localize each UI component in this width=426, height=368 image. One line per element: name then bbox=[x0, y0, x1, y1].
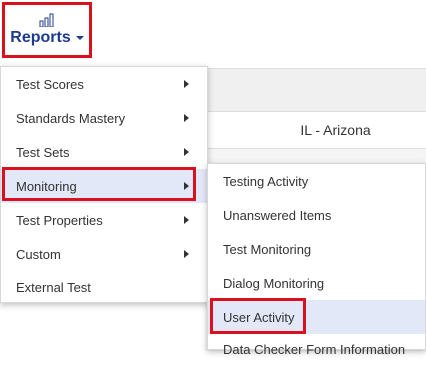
menu-item-test-sets[interactable]: Test Sets bbox=[1, 135, 207, 169]
chevron-right-icon bbox=[184, 216, 189, 224]
background-table-header bbox=[205, 69, 426, 112]
menu-item-label: Monitoring bbox=[16, 178, 77, 194]
submenu-item-label: Test Monitoring bbox=[223, 241, 312, 257]
submenu-item-data-checker-form-information[interactable]: Data Checker Form Information bbox=[208, 334, 425, 368]
menu-item-label: External Test bbox=[16, 279, 91, 295]
submenu-item-label: Dialog Monitoring bbox=[223, 275, 325, 291]
submenu-item-label: Testing Activity bbox=[223, 173, 309, 189]
chevron-right-icon bbox=[184, 148, 189, 156]
reports-label-wrap: Reports bbox=[10, 29, 84, 47]
chevron-right-icon bbox=[184, 114, 189, 122]
submenu-item-testing-activity[interactable]: Testing Activity bbox=[208, 164, 425, 198]
monitoring-submenu: Testing Activity Unanswered Items Test M… bbox=[207, 163, 426, 357]
menu-item-label: Test Sets bbox=[16, 144, 70, 160]
chevron-right-icon bbox=[184, 80, 189, 88]
background-table-row: IL - Arizona bbox=[205, 112, 426, 149]
submenu-item-unanswered-items[interactable]: Unanswered Items bbox=[208, 198, 425, 232]
submenu-item-test-monitoring[interactable]: Test Monitoring bbox=[208, 232, 425, 266]
caret-down-icon bbox=[75, 36, 84, 40]
submenu-item-user-activity[interactable]: User Activity bbox=[208, 300, 425, 334]
reports-dropdown-menu: Test Scores Standards Mastery Test Sets … bbox=[0, 66, 208, 303]
menu-item-test-scores[interactable]: Test Scores bbox=[1, 67, 207, 101]
chevron-right-icon bbox=[184, 250, 189, 258]
menu-item-custom[interactable]: Custom bbox=[1, 237, 207, 271]
menu-item-label: Test Properties bbox=[16, 212, 103, 228]
menu-item-monitoring[interactable]: Monitoring bbox=[1, 169, 207, 203]
bar-chart-icon bbox=[39, 13, 54, 27]
submenu-item-label: User Activity bbox=[223, 309, 295, 325]
top-toolbar: Reports bbox=[0, 0, 426, 66]
reports-label: Reports bbox=[10, 29, 71, 46]
reports-menu-button[interactable]: Reports bbox=[2, 2, 92, 58]
background-cell: IL - Arizona bbox=[300, 122, 371, 138]
menu-item-standards-mastery[interactable]: Standards Mastery bbox=[1, 101, 207, 135]
menu-item-label: Custom bbox=[16, 246, 61, 262]
submenu-item-dialog-monitoring[interactable]: Dialog Monitoring bbox=[208, 266, 425, 300]
menu-item-label: Standards Mastery bbox=[16, 110, 126, 126]
menu-item-external-test[interactable]: External Test bbox=[1, 270, 207, 304]
submenu-item-label: Unanswered Items bbox=[223, 207, 332, 223]
menu-item-test-properties[interactable]: Test Properties bbox=[1, 203, 207, 237]
chevron-right-icon bbox=[184, 182, 189, 190]
menu-item-label: Test Scores bbox=[16, 76, 84, 92]
